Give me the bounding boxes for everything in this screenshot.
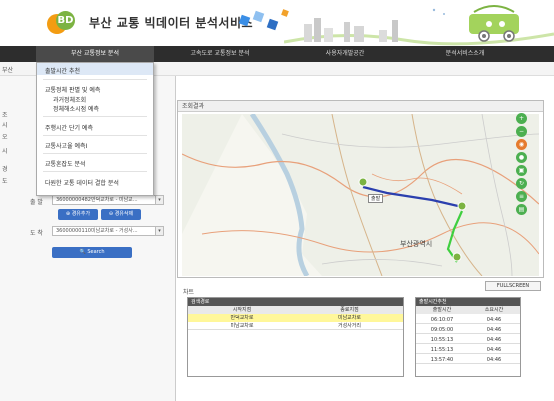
column-header: 시작지점 [232,307,252,313]
start-marker-label: 출발 [368,194,384,203]
table-cell: 13:57:40 [430,357,454,363]
origin-select-value: 36000000482만덕교차로 - 미남교... [56,197,138,203]
table-cell: 04:46 [486,337,502,343]
time-table-title: 출발시간추천 [416,298,520,306]
city-skyline-illustration [284,5,554,46]
delete-waypoint-button[interactable]: ⊖ 경유삭제 [101,209,141,220]
table-row[interactable]: 13:57:40 04:46 [416,356,520,364]
left-label-5: 경 [2,166,8,173]
layer-icon[interactable]: ▣ [516,165,527,176]
destination-select-value: 36000000110미남교차로 - 거성사... [56,228,138,234]
breadcrumb-text: 부산 [2,67,14,74]
chevron-down-icon: ▾ [155,227,163,235]
map-panel-title: 조회결과 [178,101,543,112]
map-canvas [182,114,539,276]
origin-select[interactable]: 36000000482만덕교차로 - 미남교... ▾ [52,195,164,205]
nav-busan-traffic-analysis[interactable]: 부산 교통정보 분석 [36,46,154,62]
zoom-out-icon[interactable]: − [516,126,527,137]
table-cell: 만덕교차로 [230,315,254,321]
table-cell: 04:46 [486,327,502,333]
print-icon[interactable]: ▤ [516,204,527,215]
menu-divider [43,153,147,154]
table-cell: 04:46 [486,357,502,363]
table-cell: 미남교차로 [337,315,361,321]
time-table-header: 출발시간 소요시간 [416,306,520,314]
nav-user-dev-space[interactable]: 사용자개발공간 [300,46,390,62]
logo-text: BD [56,11,75,30]
table-row[interactable]: 11:55:13 04:46 [416,346,520,354]
left-label-1: 조 [2,112,8,119]
table-row[interactable]: 미남교차로 거성사거리 [188,322,403,330]
origin-label: 출 발 [30,199,43,206]
menu-item-departure-recommendation[interactable]: 출발시간 추천 [45,66,80,75]
table-cell: 미남교차로 [230,323,254,329]
table-cell: 10:55:13 [430,337,454,343]
site-header: BD 부산 교통 빅데이터 분석서비스 [0,0,554,46]
menu-item-past-congestion[interactable]: 과거정체조회 [53,95,86,104]
analysis-dropdown-menu: 출발시간 추천 교통정체 판별 및 예측 과거정체조회 정체해소시점 예측 주행… [36,62,154,196]
table-cell: 거성사거리 [337,323,361,329]
site-logo[interactable]: BD [47,11,75,37]
site-title: 부산 교통 빅데이터 분석서비스 [89,16,254,30]
menu-item-congestion-prediction[interactable]: 교통정체 판별 및 예측 [45,85,100,94]
menu-item-congestion-analysis[interactable]: 교통혼잡도 분석 [45,159,86,168]
traffic-icon[interactable]: ◉ [516,139,527,150]
map-panel: 조회결과 출발 부산광역시 + − ◉ ● ▣ ↻ ≡ ▤ [177,100,544,278]
refresh-icon[interactable]: ↻ [516,178,527,189]
menu-divider [43,171,147,172]
table-cell: 04:46 [486,317,502,323]
table-cell: 09:05:00 [430,327,454,333]
left-label-2: 시 [2,122,8,129]
zoom-in-icon[interactable]: + [516,113,527,124]
column-header: 출발시간 [432,307,452,313]
main-nav: 부산 교통정보 분석 고속도로 교통정보 분석 사용자개발공간 분석서비스소개 [0,46,554,62]
route-table-title: 검색경로 [188,298,403,306]
table-cell: 11:55:13 [430,347,454,353]
measure-icon[interactable]: ≡ [516,191,527,202]
route-result-table: 검색경로 시작지점 종료지점 만덕교차로 미남교차로 미남교차로 거성사거리 [187,297,404,377]
search-button[interactable]: 🔍 Search [52,247,132,258]
column-header: 소요시간 [484,307,504,313]
table-cell: 06:10:07 [430,317,454,323]
menu-divider [43,135,147,136]
nav-service-intro[interactable]: 분석서비스소개 [420,46,510,62]
nav-highway-traffic-analysis[interactable]: 고속도로 교통정보 분석 [170,46,270,62]
chart-section-label: 차트 [183,289,195,296]
map-city-label: 부산광역시 [400,240,433,248]
table-row[interactable]: 09:05:00 04:46 [416,326,520,334]
menu-item-accident-prediction[interactable]: 교통사고율 예측Ⅰ [45,141,87,150]
route-table-header: 시작지점 종료지점 [188,306,403,314]
table-row[interactable]: 10:55:13 04:46 [416,336,520,344]
route-map[interactable]: 출발 부산광역시 [182,114,539,276]
menu-item-congestion-clear-prediction[interactable]: 정체해소시점 예측 [53,104,99,113]
add-waypoint-button[interactable]: ⊕ 경유추가 [58,209,98,220]
location-icon[interactable]: ● [516,152,527,163]
menu-divider [43,79,147,80]
fullscreen-button[interactable]: FULLSCREEN [485,281,541,291]
menu-item-travel-time-prediction[interactable]: 주행시간 단기 예측 [45,123,93,132]
menu-item-combined-data-analysis[interactable]: 다원한 교통 데이터 결합 분석 [45,178,119,187]
map-toolbar: + − ◉ ● ▣ ↻ ≡ ▤ [516,113,530,217]
left-label-3: 오 [2,134,8,141]
left-label-6: 도 [2,178,8,185]
table-row[interactable]: 06:10:07 04:46 [416,316,520,324]
chevron-down-icon: ▾ [155,196,163,204]
departure-time-table: 출발시간추천 출발시간 소요시간 06:10:07 04:46 09:05:00… [415,297,521,377]
destination-label: 도 착 [30,230,43,237]
table-row-highlighted[interactable]: 만덕교차로 미남교차로 [188,314,403,322]
menu-divider [43,116,147,117]
left-label-4: 시 [2,148,8,155]
column-header: 종료지점 [340,307,359,313]
destination-select[interactable]: 36000000110미남교차로 - 거성사... ▾ [52,226,164,236]
table-cell: 04:46 [486,347,502,353]
